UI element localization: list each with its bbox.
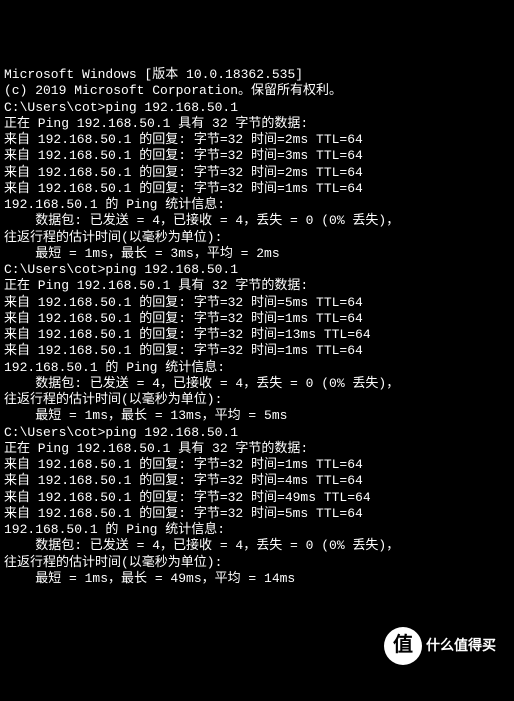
ping-header-line: 正在 Ping 192.168.50.1 具有 32 字节的数据: [4,278,510,294]
ping-stats-rtt-title: 往返行程的估计时间(以毫秒为单位): [4,230,510,246]
watermark-icon: 值 [384,627,422,665]
ping-reply-line: 来自 192.168.50.1 的回复: 字节=32 时间=1ms TTL=64 [4,181,510,197]
ping-reply-line: 来自 192.168.50.1 的回复: 字节=32 时间=2ms TTL=64 [4,165,510,181]
ping-reply-line: 来自 192.168.50.1 的回复: 字节=32 时间=1ms TTL=64 [4,343,510,359]
ping-reply-line: 来自 192.168.50.1 的回复: 字节=32 时间=13ms TTL=6… [4,327,510,343]
command-prompt-line: C:\Users\cot>ping 192.168.50.1 [4,100,510,116]
watermark-text: 什么值得买 [422,637,496,655]
ping-stats-title: 192.168.50.1 的 Ping 统计信息: [4,522,510,538]
ping-stats-rtt-title: 往返行程的估计时间(以毫秒为单位): [4,392,510,408]
ping-stats-rtt: 最短 = 1ms，最长 = 13ms，平均 = 5ms [4,408,510,424]
ping-reply-line: 来自 192.168.50.1 的回复: 字节=32 时间=5ms TTL=64 [4,506,510,522]
ping-reply-line: 来自 192.168.50.1 的回复: 字节=32 时间=49ms TTL=6… [4,490,510,506]
ping-stats-packets: 数据包: 已发送 = 4，已接收 = 4，丢失 = 0 (0% 丢失)， [4,213,510,229]
ping-stats-packets: 数据包: 已发送 = 4，已接收 = 4，丢失 = 0 (0% 丢失)， [4,538,510,554]
ping-reply-line: 来自 192.168.50.1 的回复: 字节=32 时间=3ms TTL=64 [4,148,510,164]
ping-reply-line: 来自 192.168.50.1 的回复: 字节=32 时间=1ms TTL=64 [4,457,510,473]
command-prompt-line: C:\Users\cot>ping 192.168.50.1 [4,262,510,278]
copyright-line: (c) 2019 Microsoft Corporation。保留所有权利。 [4,83,510,99]
windows-version-line: Microsoft Windows [版本 10.0.18362.535] [4,67,510,83]
ping-stats-title: 192.168.50.1 的 Ping 统计信息: [4,197,510,213]
ping-reply-line: 来自 192.168.50.1 的回复: 字节=32 时间=1ms TTL=64 [4,311,510,327]
ping-reply-line: 来自 192.168.50.1 的回复: 字节=32 时间=2ms TTL=64 [4,132,510,148]
ping-stats-packets: 数据包: 已发送 = 4，已接收 = 4，丢失 = 0 (0% 丢失)， [4,376,510,392]
ping-stats-rtt: 最短 = 1ms，最长 = 49ms，平均 = 14ms [4,571,510,587]
ping-header-line: 正在 Ping 192.168.50.1 具有 32 字节的数据: [4,441,510,457]
ping-reply-line: 来自 192.168.50.1 的回复: 字节=32 时间=5ms TTL=64 [4,295,510,311]
terminal-output[interactable]: Microsoft Windows [版本 10.0.18362.535](c)… [4,67,510,587]
ping-reply-line: 来自 192.168.50.1 的回复: 字节=32 时间=4ms TTL=64 [4,473,510,489]
command-prompt-line: C:\Users\cot>ping 192.168.50.1 [4,425,510,441]
watermark-badge: 值 什么值得买 [384,626,504,666]
ping-stats-title: 192.168.50.1 的 Ping 统计信息: [4,360,510,376]
ping-header-line: 正在 Ping 192.168.50.1 具有 32 字节的数据: [4,116,510,132]
ping-stats-rtt: 最短 = 1ms，最长 = 3ms，平均 = 2ms [4,246,510,262]
ping-stats-rtt-title: 往返行程的估计时间(以毫秒为单位): [4,555,510,571]
